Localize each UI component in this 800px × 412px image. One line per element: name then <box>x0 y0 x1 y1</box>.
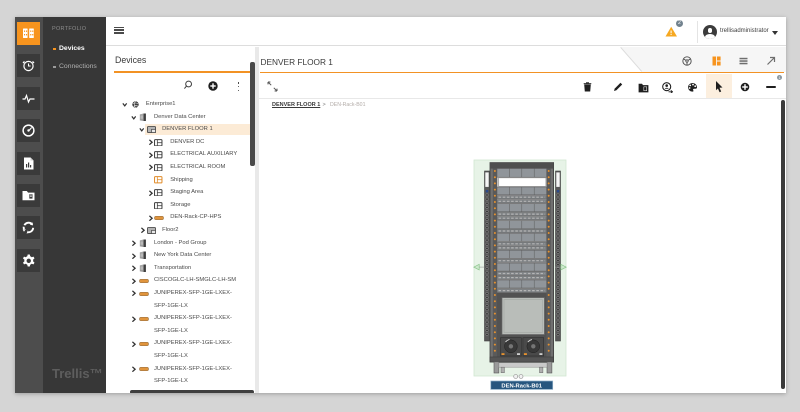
svg-text:DEN-Rack-B01: DEN-Rack-B01 <box>501 383 542 389</box>
